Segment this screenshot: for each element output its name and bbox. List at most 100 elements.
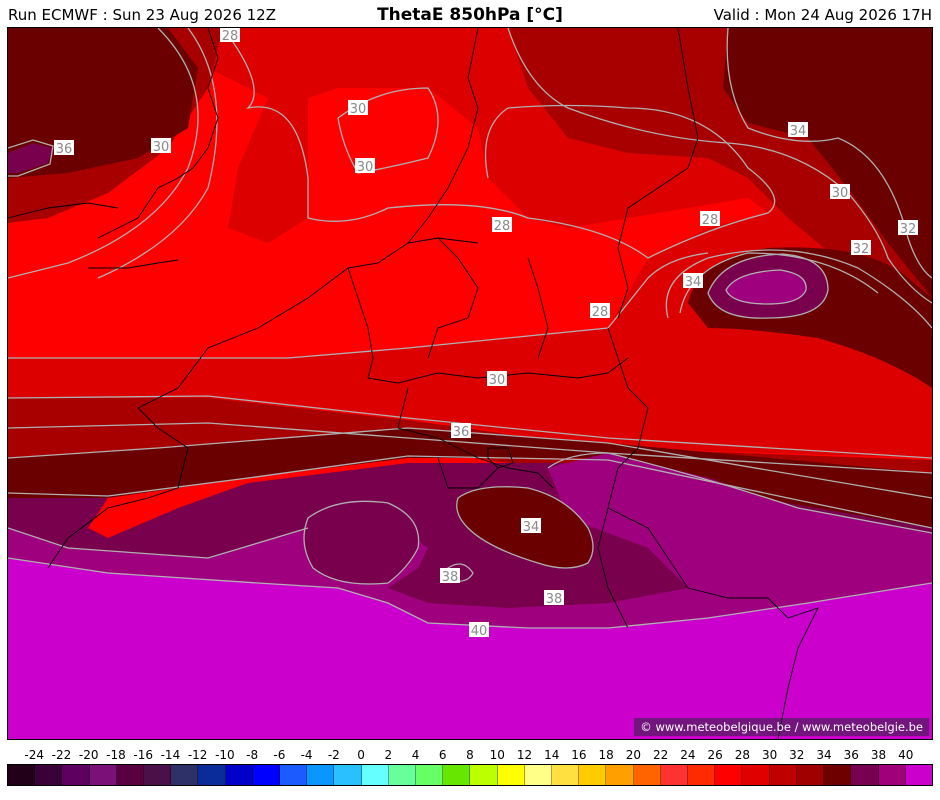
- colorbar-cell: [388, 765, 417, 785]
- colorbar: [7, 764, 933, 786]
- colorbar-labels: -24 -22 -20 -18 -16 -14 -12 -10 -8 -6 -4 -2 0 2 4 6 8 10 1…: [7, 748, 933, 762]
- colorbar-tick-label: 18: [598, 748, 614, 762]
- svg-text:34: 34: [685, 275, 702, 290]
- colorbar-cell: [225, 765, 253, 785]
- svg-text:36: 36: [56, 142, 73, 157]
- svg-text:30: 30: [350, 102, 367, 117]
- svg-text:32: 32: [853, 242, 870, 257]
- colorbar-cell: [715, 765, 743, 785]
- colorbar-cell: [144, 765, 172, 785]
- colorbar-cell: [198, 765, 226, 785]
- contour-label: 28: [590, 303, 610, 320]
- colorbar-tick-label: 34: [816, 748, 832, 762]
- colorbar-cell: [796, 765, 825, 785]
- colorbar-tick-label: -18: [106, 748, 126, 762]
- svg-text:34: 34: [790, 124, 807, 139]
- colorbar-cell: [824, 765, 852, 785]
- colorbar-cell: [552, 765, 580, 785]
- colorbar-cell: [8, 765, 36, 785]
- colorbar-cell: [524, 765, 553, 785]
- svg-text:30: 30: [153, 140, 170, 155]
- map-canvas: 28 30 36 30 30 28 34 30 28 32 32 34 28 3…: [8, 28, 932, 739]
- colorbar-cell: [334, 765, 362, 785]
- valid-time: Valid : Mon 24 Aug 2026 17H: [713, 6, 932, 24]
- colorbar-tick-label: -10: [215, 748, 235, 762]
- colorbar-cell: [606, 765, 634, 785]
- colorbar-cell: [633, 765, 661, 785]
- colorbar-cell: [252, 765, 281, 785]
- colorbar-tick-label: 12: [516, 748, 533, 762]
- colorbar-tick-label: -2: [327, 748, 340, 762]
- colorbar-tick-label: 38: [870, 748, 887, 762]
- colorbar-tick-label: -22: [51, 748, 72, 762]
- colorbar-cell: [443, 765, 471, 785]
- colorbar-tick-label: 20: [625, 748, 642, 762]
- thetae-map: 28 30 36 30 30 28 34 30 28 32 32 34 28 3…: [7, 27, 933, 740]
- contour-label: 32: [851, 240, 871, 257]
- colorbar-cell: [416, 765, 444, 785]
- colorbar-tick-label: 2: [384, 748, 393, 762]
- svg-text:38: 38: [442, 570, 459, 585]
- contour-label: 36: [451, 423, 471, 440]
- colorbar-tick-label: -20: [78, 748, 99, 762]
- colorbar-tick-label: 4: [411, 748, 420, 762]
- credit-text: © www.meteobelgique.be / www.meteobelgie…: [634, 718, 929, 736]
- colorbar-cell: [307, 765, 335, 785]
- contour-label: 36: [54, 140, 74, 157]
- svg-text:34: 34: [523, 520, 540, 535]
- contour-label: 28: [220, 28, 240, 44]
- colorbar-cell: [742, 765, 770, 785]
- colorbar-tick-label: 26: [707, 748, 723, 762]
- contour-label: 32: [898, 220, 918, 237]
- colorbar-tick-label: 22: [653, 748, 669, 762]
- contour-label: 34: [521, 518, 541, 535]
- colorbar-tick-label: -24: [24, 748, 45, 762]
- colorbar-tick-label: 28: [734, 748, 750, 762]
- colorbar-cell: [660, 765, 689, 785]
- colorbar-tick-label: 36: [843, 748, 859, 762]
- contour-label: 30: [487, 371, 507, 388]
- colorbar-tick-label: 30: [761, 748, 778, 762]
- contour-label: 30: [830, 184, 850, 201]
- colorbar-cell: [35, 765, 63, 785]
- contour-label: 30: [355, 158, 375, 175]
- colorbar-tick-label: 10: [489, 748, 505, 762]
- colorbar-tick-label: 32: [789, 748, 805, 762]
- svg-text:40: 40: [471, 624, 488, 639]
- contour-label: 34: [788, 122, 808, 139]
- svg-text:38: 38: [546, 592, 563, 607]
- colorbar-tick-label: 24: [680, 748, 696, 762]
- colorbar-cell: [769, 765, 797, 785]
- contour-label: 34: [683, 273, 703, 290]
- colorbar-cell: [171, 765, 199, 785]
- svg-text:28: 28: [494, 219, 511, 234]
- contour-label: 30: [151, 138, 171, 155]
- colorbar-tick-label: -4: [300, 748, 313, 762]
- colorbar-tick-label: 0: [357, 748, 365, 762]
- colorbar-cell: [579, 765, 607, 785]
- colorbar-tick-label: -12: [187, 748, 208, 762]
- svg-text:30: 30: [832, 186, 849, 201]
- svg-text:30: 30: [489, 373, 506, 388]
- colorbar-cell: [62, 765, 90, 785]
- colorbar-tick-label: 16: [571, 748, 587, 762]
- contour-label: 38: [544, 590, 564, 607]
- svg-text:28: 28: [592, 305, 609, 320]
- colorbar-cell: [688, 765, 716, 785]
- colorbar-tick-label: -14: [160, 748, 181, 762]
- svg-text:30: 30: [357, 160, 374, 175]
- colorbar-cell: [878, 765, 906, 785]
- contour-label: 40: [469, 622, 489, 639]
- contour-label: 30: [348, 100, 368, 117]
- contour-label: 28: [492, 217, 512, 234]
- contour-label: 28: [700, 211, 720, 228]
- svg-text:28: 28: [702, 213, 719, 228]
- colorbar-tick-label: -16: [133, 748, 153, 762]
- colorbar-cell: [905, 765, 932, 785]
- colorbar-cell: [280, 765, 308, 785]
- colorbar-tick-label: 14: [544, 748, 560, 762]
- colorbar-tick-label: 8: [466, 748, 474, 762]
- svg-text:36: 36: [453, 425, 470, 440]
- colorbar-tick-label: 40: [898, 748, 914, 762]
- svg-text:28: 28: [222, 29, 239, 44]
